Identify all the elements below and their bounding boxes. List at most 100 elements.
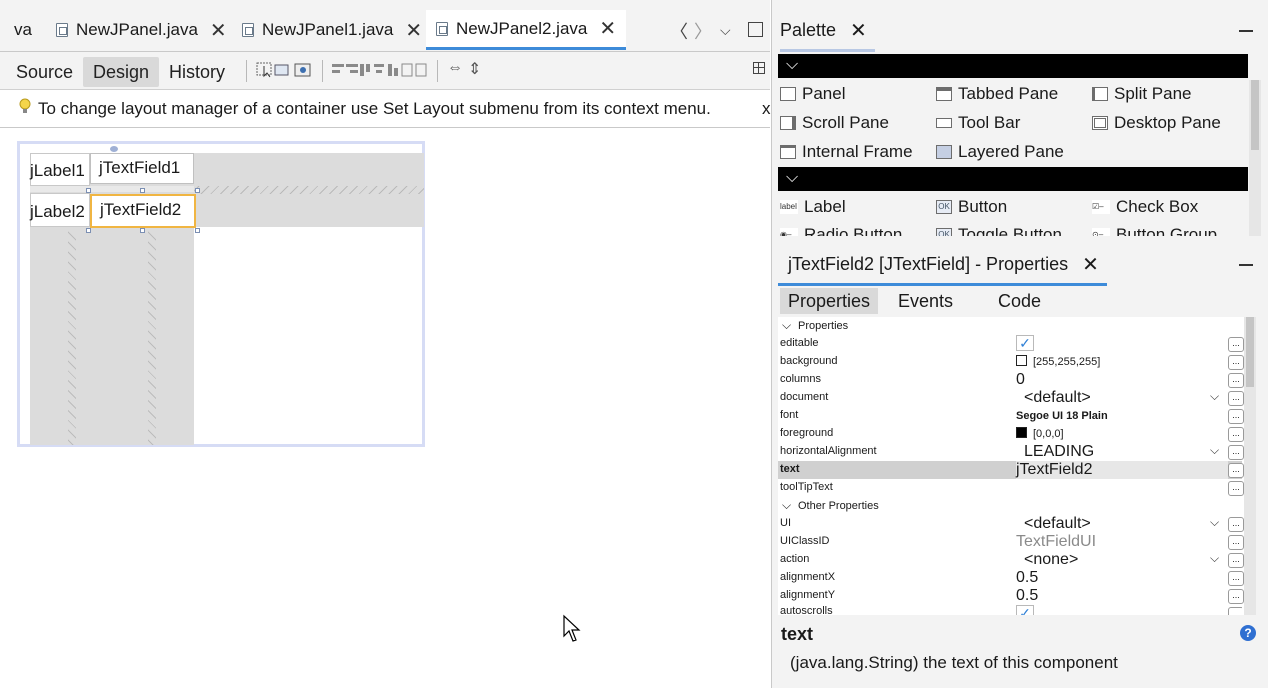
jlabel2[interactable]: jLabel2 bbox=[30, 202, 85, 222]
palette-item-layered-pane[interactable]: Layered Pane bbox=[936, 142, 1064, 162]
palette-item-split-pane[interactable]: Split Pane bbox=[1092, 84, 1192, 104]
property-row-editable[interactable]: editable ✓ ... bbox=[778, 335, 1244, 353]
palette-item-tool-bar[interactable]: Tool Bar bbox=[936, 113, 1020, 133]
palette-item-button[interactable]: OK Button bbox=[936, 197, 1007, 217]
property-row-ui[interactable]: UI <default> ⌵ ... bbox=[778, 515, 1244, 533]
ellipsis-button[interactable]: ... bbox=[1228, 517, 1244, 532]
palette-item-toggle-button[interactable]: OK Toggle Button bbox=[936, 225, 1062, 236]
jtextfield1[interactable]: jTextField1 bbox=[90, 153, 194, 184]
selection-mode-icon[interactable] bbox=[256, 62, 290, 78]
palette-item-panel[interactable]: Panel bbox=[780, 84, 845, 104]
ellipsis-button[interactable]: ... bbox=[1228, 553, 1244, 568]
chevron-down-icon[interactable]: ⌵ bbox=[720, 22, 731, 39]
expand-icon[interactable] bbox=[753, 62, 765, 74]
property-row-font[interactable]: font Segoe UI 18 Plain ... bbox=[778, 407, 1244, 425]
palette-tab[interactable]: Palette ✕ bbox=[780, 12, 875, 52]
property-row-autoscrolls[interactable]: autoscrolls ✓ ... bbox=[778, 605, 1242, 615]
resize-handle[interactable] bbox=[195, 228, 200, 233]
ellipsis-button[interactable]: ... bbox=[1228, 463, 1244, 478]
resize-handle[interactable] bbox=[86, 228, 91, 233]
vertical-resize-icon[interactable]: ⇕ bbox=[468, 59, 481, 79]
palette-item-internal-frame[interactable]: Internal Frame bbox=[780, 142, 913, 162]
resize-handle[interactable] bbox=[195, 188, 200, 193]
section-properties[interactable]: ⌵ Properties bbox=[778, 317, 1242, 335]
source-button[interactable]: Source bbox=[6, 57, 83, 87]
minimize-icon[interactable] bbox=[1239, 30, 1253, 32]
help-icon[interactable]: ? bbox=[1240, 625, 1256, 641]
form-design-area[interactable]: jLabel1 jTextField1 jLabel2 jTextField2 bbox=[17, 141, 425, 447]
property-row-alignmentx[interactable]: alignmentX 0.5 ... bbox=[778, 569, 1244, 587]
property-row-alignmenty[interactable]: alignmentY 0.5 ... bbox=[778, 587, 1244, 605]
palette-category-swing-controls[interactable]: ⌵ bbox=[778, 167, 1248, 191]
close-icon[interactable]: ✕ bbox=[599, 16, 616, 41]
chevron-down-icon[interactable]: ⌵ bbox=[1210, 443, 1219, 458]
tab-newjpanel[interactable]: NewJPanel.java ✕ bbox=[56, 10, 227, 50]
ellipsis-button[interactable]: ... bbox=[1228, 427, 1244, 442]
hint-close-button[interactable]: x bbox=[762, 99, 771, 119]
horizontal-resize-icon[interactable]: ⇔ bbox=[447, 59, 463, 77]
resize-handle[interactable] bbox=[86, 188, 91, 193]
resize-handle[interactable] bbox=[140, 188, 145, 193]
palette-item-tabbed-pane[interactable]: Tabbed Pane bbox=[936, 84, 1058, 104]
palette-item-check-box[interactable]: ☑– Check Box bbox=[1092, 197, 1198, 217]
property-row-text[interactable]: text jTextField2 ... bbox=[778, 461, 1244, 479]
section-other-properties[interactable]: ⌵ Other Properties bbox=[778, 497, 1242, 515]
palette-item-desktop-pane[interactable]: Desktop Pane bbox=[1092, 113, 1221, 133]
ellipsis-button[interactable]: ... bbox=[1228, 409, 1244, 424]
ellipsis-button[interactable]: ... bbox=[1228, 589, 1244, 604]
close-icon[interactable]: ✕ bbox=[1082, 252, 1099, 277]
ellipsis-button[interactable]: ... bbox=[1228, 535, 1244, 550]
tab-properties[interactable]: Properties bbox=[780, 288, 879, 314]
scrollbar-thumb[interactable] bbox=[1246, 317, 1254, 387]
tab-events[interactable]: Events bbox=[890, 288, 961, 314]
property-row-uiclassid[interactable]: UIClassID TextFieldUI ... bbox=[778, 533, 1244, 551]
ellipsis-button[interactable]: ... bbox=[1228, 481, 1244, 496]
palette-item-label[interactable]: label Label bbox=[780, 197, 846, 217]
jpanel-form[interactable]: jLabel1 jTextField1 jLabel2 jTextField2 bbox=[30, 146, 424, 445]
ellipsis-button[interactable]: ... bbox=[1228, 355, 1244, 370]
palette-item-radio-button[interactable]: ◉– Radio Button bbox=[780, 225, 902, 236]
chevron-right-icon[interactable]: 〉 bbox=[694, 18, 712, 44]
palette-item-button-group[interactable]: ⊙– Button Group bbox=[1092, 225, 1217, 236]
ellipsis-button[interactable]: ... bbox=[1228, 391, 1244, 406]
tab-newjpanel1[interactable]: NewJPanel1.java ✕ bbox=[242, 10, 422, 50]
property-row-tooltiptext[interactable]: toolTipText ... bbox=[778, 479, 1244, 497]
chevron-down-icon[interactable]: ⌵ bbox=[1210, 515, 1219, 530]
tab-partial[interactable]: va bbox=[14, 10, 32, 50]
properties-tab[interactable]: jTextField2 [JTextField] - Properties ✕ bbox=[778, 246, 1107, 286]
palette-category-swing-containers[interactable]: ⌵ bbox=[778, 54, 1248, 78]
history-button[interactable]: History bbox=[159, 57, 235, 87]
jtextfield2-selected[interactable]: jTextField2 bbox=[90, 194, 196, 228]
ellipsis-button[interactable]: ... bbox=[1228, 373, 1244, 388]
design-button[interactable]: Design bbox=[83, 57, 160, 87]
ellipsis-button[interactable]: ... bbox=[1228, 337, 1244, 352]
ellipsis-button[interactable]: ... bbox=[1228, 607, 1242, 615]
close-icon[interactable]: ✕ bbox=[210, 18, 227, 43]
property-row-background[interactable]: background [255,255,255] ... bbox=[778, 353, 1244, 371]
tab-code[interactable]: Code bbox=[990, 288, 1049, 314]
property-row-foreground[interactable]: foreground [0,0,0] ... bbox=[778, 425, 1244, 443]
ellipsis-button[interactable]: ... bbox=[1228, 571, 1244, 586]
preview-design-icon[interactable] bbox=[294, 62, 312, 78]
jlabel1[interactable]: jLabel1 bbox=[30, 161, 85, 181]
property-row-horizontal-alignment[interactable]: horizontalAlignment LEADING ⌵ ... bbox=[778, 443, 1244, 461]
align-tools-icon[interactable] bbox=[332, 62, 428, 78]
property-row-columns[interactable]: columns 0 ... bbox=[778, 371, 1244, 389]
chevron-down-icon[interactable]: ⌵ bbox=[1210, 551, 1219, 566]
close-icon[interactable]: ✕ bbox=[850, 18, 867, 43]
palette-item-scroll-pane[interactable]: Scroll Pane bbox=[780, 113, 889, 133]
property-sheet-scrollbar[interactable] bbox=[1244, 317, 1256, 615]
ellipsis-button[interactable]: ... bbox=[1228, 445, 1244, 460]
tab-newjpanel2[interactable]: NewJPanel2.java ✕ bbox=[426, 10, 627, 50]
property-row-document[interactable]: document <default> ⌵ ... bbox=[778, 389, 1244, 407]
close-icon[interactable]: ✕ bbox=[405, 18, 422, 43]
chevron-left-icon[interactable]: 〈 bbox=[670, 18, 688, 44]
maximize-icon[interactable] bbox=[748, 22, 763, 37]
property-row-action[interactable]: action <none> ⌵ ... bbox=[778, 551, 1244, 569]
minimize-icon[interactable] bbox=[1239, 264, 1253, 266]
checkbox-checked[interactable]: ✓ bbox=[1016, 335, 1034, 351]
scrollbar-thumb[interactable] bbox=[1251, 80, 1259, 150]
palette-scrollbar[interactable] bbox=[1249, 80, 1261, 236]
checkbox-checked[interactable]: ✓ bbox=[1016, 605, 1034, 615]
chevron-down-icon[interactable]: ⌵ bbox=[1210, 389, 1219, 404]
